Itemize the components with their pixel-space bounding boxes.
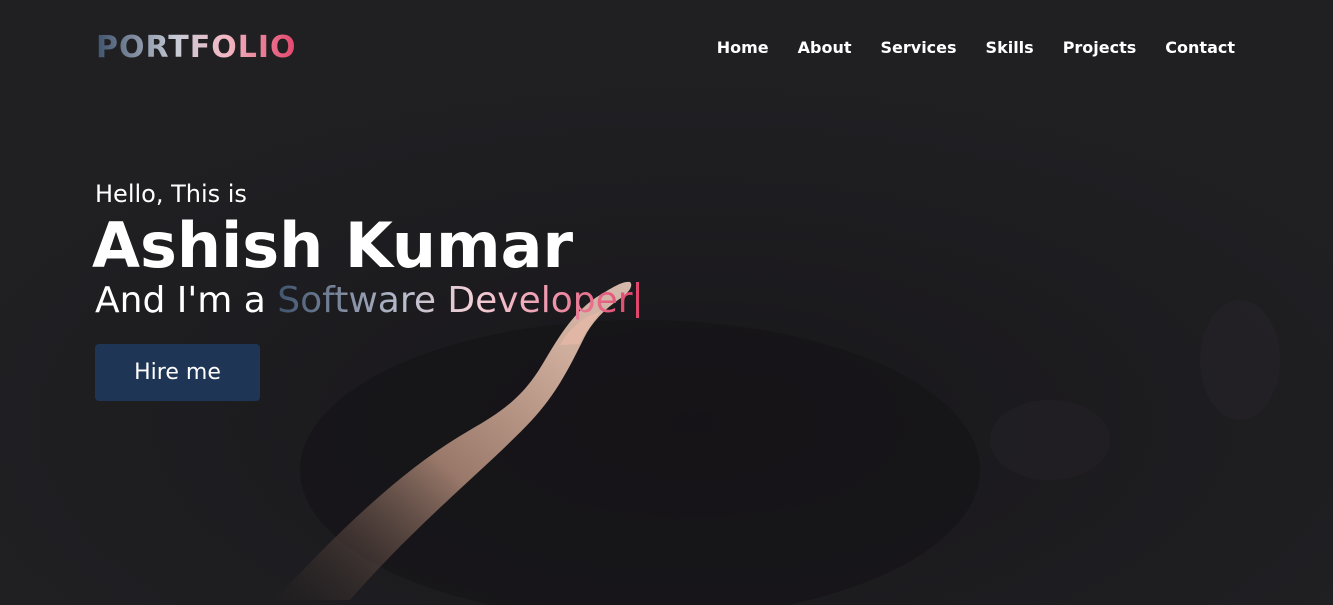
hero-role-typed: Software Developer: [277, 280, 633, 321]
nav-link-contact[interactable]: Contact: [1165, 38, 1235, 57]
nav-item-about: About: [798, 36, 852, 60]
site-logo[interactable]: PORTFOLIO: [96, 28, 296, 68]
nav-item-skills: Skills: [986, 36, 1034, 60]
nav-link-about[interactable]: About: [798, 38, 852, 57]
portfolio-home-page: PORTFOLIO Home About Services Skills Pro…: [0, 0, 1333, 605]
hero-name: Ashish Kumar: [92, 209, 574, 282]
top-navbar: PORTFOLIO Home About Services Skills Pro…: [0, 0, 1333, 95]
hire-me-button[interactable]: Hire me: [95, 344, 260, 401]
hero-section: Hello, This is Ashish Kumar And I'm a So…: [92, 176, 639, 401]
nav-link-services[interactable]: Services: [881, 38, 957, 57]
nav-item-projects: Projects: [1063, 36, 1137, 60]
nav-link-home[interactable]: Home: [717, 38, 769, 57]
hero-role-line: And I'm a Software Developer: [95, 278, 639, 324]
nav-menu: Home About Services Skills Projects Cont…: [717, 36, 1235, 60]
nav-link-projects[interactable]: Projects: [1063, 38, 1137, 57]
text-cursor-icon: [635, 282, 639, 318]
nav-link-skills[interactable]: Skills: [986, 38, 1034, 57]
nav-item-contact: Contact: [1165, 36, 1235, 60]
nav-item-services: Services: [881, 36, 957, 60]
nav-item-home: Home: [717, 36, 769, 60]
hero-role-prefix: And I'm a: [95, 280, 278, 321]
